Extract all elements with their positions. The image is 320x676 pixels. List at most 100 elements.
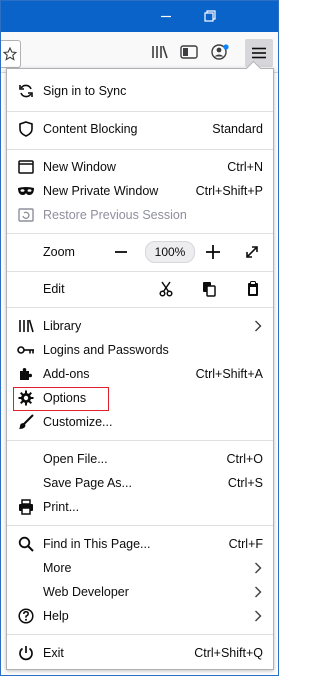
copy-icon bbox=[202, 281, 216, 297]
sidebar-icon bbox=[180, 44, 198, 60]
menu-item-new-private-window[interactable]: New Private Window Ctrl+Shift+P bbox=[7, 179, 273, 203]
menu-item-label: Customize... bbox=[43, 415, 113, 429]
zoom-label: Zoom bbox=[43, 245, 75, 259]
menu-item-label: Exit bbox=[43, 646, 64, 660]
zoom-reset-button[interactable]: 100% bbox=[145, 241, 195, 263]
menu-item-find-in-page[interactable]: Find in This Page... Ctrl+F bbox=[7, 532, 273, 556]
menu-item-add-ons[interactable]: Add-ons Ctrl+Shift+A bbox=[7, 362, 273, 386]
menu-item-restore-previous-session[interactable]: Restore Previous Session bbox=[7, 203, 273, 227]
menu-item-label: Open File... bbox=[43, 452, 108, 466]
separator bbox=[7, 149, 273, 150]
puzzle-icon bbox=[17, 365, 35, 383]
bookmark-star-button[interactable] bbox=[0, 40, 21, 68]
options-highlight-box bbox=[13, 387, 109, 411]
restore-button[interactable] bbox=[190, 0, 230, 32]
shortcut: Ctrl+Shift+P bbox=[195, 184, 263, 198]
copy-button[interactable] bbox=[197, 277, 221, 301]
hamburger-icon bbox=[252, 47, 266, 59]
menu-item-label: Sign in to Sync bbox=[43, 84, 127, 98]
account-icon bbox=[210, 43, 230, 61]
key-icon bbox=[17, 341, 35, 359]
separator bbox=[7, 271, 273, 272]
zoom-value: 100% bbox=[154, 245, 186, 259]
navigation-toolbar bbox=[0, 32, 279, 73]
separator bbox=[7, 307, 273, 308]
zoom-row: Zoom 100% bbox=[7, 240, 273, 264]
menu-item-label: Library bbox=[43, 319, 82, 333]
minimize-icon bbox=[160, 10, 172, 22]
menu-item-exit[interactable]: Exit Ctrl+Shift+Q bbox=[7, 641, 273, 665]
cut-button[interactable] bbox=[154, 277, 178, 301]
chevron-right-icon bbox=[254, 562, 262, 574]
menu-item-label: New Window bbox=[43, 160, 116, 174]
menu-item-open-file[interactable]: Open File... Ctrl+O bbox=[7, 447, 273, 471]
chevron-right-icon bbox=[254, 610, 262, 622]
menu-item-content-blocking[interactable]: Content Blocking Standard bbox=[7, 117, 273, 141]
menu-item-help[interactable]: Help bbox=[7, 604, 273, 628]
zoom-out-button[interactable] bbox=[109, 240, 133, 264]
account-button[interactable] bbox=[208, 40, 232, 64]
menu-item-label: Print... bbox=[43, 500, 80, 514]
new-window-icon bbox=[17, 158, 35, 176]
library-icon bbox=[17, 317, 35, 335]
mask-icon bbox=[17, 182, 35, 200]
menu-item-label: More bbox=[43, 561, 72, 575]
fullscreen-button[interactable] bbox=[240, 240, 264, 264]
scissors-icon bbox=[159, 281, 173, 297]
plus-icon bbox=[206, 245, 220, 259]
menu-item-save-page-as[interactable]: Save Page As... Ctrl+S bbox=[7, 471, 273, 495]
content-blocking-value: Standard bbox=[212, 122, 263, 136]
sidebar-button[interactable] bbox=[177, 40, 201, 64]
minimize-button[interactable] bbox=[146, 0, 186, 32]
sync-icon bbox=[17, 82, 35, 100]
shortcut: Ctrl+S bbox=[227, 476, 263, 490]
menu-item-logins-and-passwords[interactable]: Logins and Passwords bbox=[7, 338, 273, 362]
menu-item-label: Add-ons bbox=[43, 367, 90, 381]
printer-icon bbox=[17, 498, 35, 516]
paste-button[interactable] bbox=[241, 277, 265, 301]
restore-icon bbox=[204, 10, 216, 22]
library-button[interactable] bbox=[148, 40, 172, 64]
clipboard-icon bbox=[247, 281, 259, 297]
edit-row: Edit bbox=[7, 277, 273, 301]
open-menu-button[interactable] bbox=[245, 39, 273, 67]
menu-item-label: Web Developer bbox=[43, 585, 129, 599]
search-icon bbox=[17, 535, 35, 553]
menu-item-customize[interactable]: Customize... bbox=[7, 410, 273, 434]
power-icon bbox=[17, 644, 35, 662]
title-bar bbox=[0, 0, 279, 32]
paintbrush-icon bbox=[17, 413, 35, 431]
shield-icon bbox=[17, 120, 35, 138]
menu-item-sign-in-to-sync[interactable]: Sign in to Sync bbox=[7, 79, 273, 103]
menu-item-label: New Private Window bbox=[43, 184, 159, 198]
separator bbox=[7, 233, 273, 234]
menu-item-label: Content Blocking bbox=[43, 122, 138, 136]
menu-item-label: Save Page As... bbox=[43, 476, 132, 490]
edit-label: Edit bbox=[43, 282, 65, 296]
shortcut: Ctrl+Shift+A bbox=[195, 367, 263, 381]
zoom-in-button[interactable] bbox=[201, 240, 225, 264]
restore-session-icon bbox=[17, 206, 35, 224]
shortcut: Ctrl+F bbox=[228, 537, 263, 551]
app-menu-panel: Sign in to Sync Content Blocking Standar… bbox=[6, 68, 274, 670]
separator bbox=[7, 440, 273, 441]
shortcut: Ctrl+O bbox=[226, 452, 263, 466]
shortcut: Ctrl+Shift+Q bbox=[194, 646, 263, 660]
minus-icon bbox=[115, 246, 127, 258]
menu-item-label: Restore Previous Session bbox=[43, 208, 187, 222]
menu-item-web-developer[interactable]: Web Developer bbox=[7, 580, 273, 604]
menu-item-print[interactable]: Print... bbox=[7, 495, 273, 519]
chevron-right-icon bbox=[254, 586, 262, 598]
help-icon bbox=[17, 607, 35, 625]
separator bbox=[7, 634, 273, 635]
shortcut: Ctrl+N bbox=[227, 160, 263, 174]
chevron-right-icon bbox=[254, 320, 262, 332]
menu-item-more[interactable]: More bbox=[7, 556, 273, 580]
menu-item-label: Find in This Page... bbox=[43, 537, 151, 551]
separator bbox=[7, 525, 273, 526]
menu-item-new-window[interactable]: New Window Ctrl+N bbox=[7, 155, 273, 179]
star-icon bbox=[3, 47, 17, 61]
menu-item-label: Logins and Passwords bbox=[43, 343, 169, 357]
menu-item-library[interactable]: Library bbox=[7, 314, 273, 338]
menu-item-label: Help bbox=[43, 609, 69, 623]
